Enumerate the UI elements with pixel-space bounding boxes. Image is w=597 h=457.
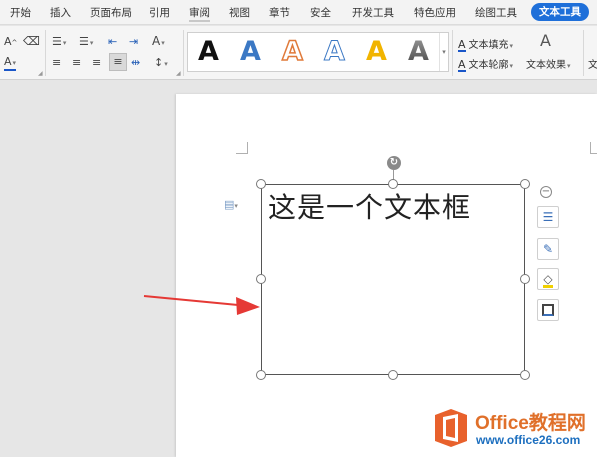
resize-handle-bottom-right[interactable] [520, 370, 530, 380]
resize-handle-left[interactable] [256, 274, 266, 284]
gallery-expand-icon[interactable]: ▾ [439, 33, 448, 71]
resize-handle-right[interactable] [520, 274, 530, 284]
style-preset-blue[interactable]: A [240, 36, 261, 68]
style-preset-gray[interactable]: A [408, 36, 429, 68]
numbered-list-icon[interactable]: ☰▾ [79, 35, 93, 50]
tab-insert[interactable]: 插入 [50, 5, 71, 20]
watermark-site: www.office26.com [476, 433, 581, 447]
tab-drawing-tools[interactable]: 绘图工具 [475, 5, 517, 20]
office-logo-icon [435, 409, 467, 447]
justify-icon[interactable]: ≡ [109, 53, 127, 71]
collapse-icon[interactable]: − [540, 186, 552, 198]
resize-handle-top[interactable] [388, 179, 398, 189]
margin-corner-top-left [236, 142, 248, 154]
textbox-content[interactable]: 这是一个文本框 [268, 186, 471, 226]
font-size-increase-icon[interactable]: A^ [4, 35, 17, 50]
tab-review[interactable]: 审阅 [189, 5, 210, 22]
text-effect-button[interactable]: 文本效果▾ [526, 56, 571, 71]
ribbon: A^ ⌫ A▾ ◢ ☰▾ ☰▾ ⇤ ⇥ A▾ ≡ ≡ ≡ ≡ ⇹ ↕▾ ◢ A … [0, 26, 597, 80]
margin-corner-top-right [590, 142, 597, 154]
clear-format-icon[interactable]: ⌫ [23, 34, 40, 48]
tab-special-apps[interactable]: 特色应用 [414, 5, 456, 20]
tab-security[interactable]: 安全 [310, 5, 331, 20]
text-outline-label: 文本轮廓 [468, 60, 509, 71]
align-left-icon[interactable]: ≡ [52, 56, 61, 70]
text-direction-icon[interactable]: A▾ [152, 34, 165, 50]
rotate-handle-icon[interactable]: ↻ [387, 156, 401, 170]
layout-options-icon[interactable]: ☰ [537, 206, 559, 228]
text-style-gallery[interactable]: A A A A A A ▾ [187, 32, 449, 72]
anchor-icon[interactable]: ▤▾ [224, 198, 238, 211]
align-right-icon[interactable]: ≡ [92, 56, 101, 70]
annotation-arrow [143, 295, 260, 315]
overflow-label[interactable]: 文 [588, 56, 597, 71]
tab-view[interactable]: 视图 [229, 5, 250, 20]
style-preset-blue-outline[interactable]: A [324, 36, 346, 68]
increase-indent-icon[interactable]: ⇥ [129, 35, 138, 49]
line-spacing-icon[interactable]: ↕▾ [154, 56, 168, 71]
style-preset-orange-outline[interactable]: A [281, 35, 303, 68]
tab-home[interactable]: 开始 [10, 5, 31, 20]
text-fill-icon: A [458, 38, 466, 52]
text-effect-icon[interactable]: A [540, 33, 551, 49]
text-fill-button[interactable]: A 文本填充▾ [458, 36, 513, 52]
menu-bar: 开始 插入 页面布局 引用 审阅 视图 章节 安全 开发工具 特色应用 绘图工具… [0, 0, 597, 25]
align-center-icon[interactable]: ≡ [72, 56, 81, 70]
resize-handle-top-left[interactable] [256, 179, 266, 189]
style-preset-gold[interactable]: A [366, 36, 387, 68]
text-effect-label: 文本效果 [526, 60, 566, 71]
text-outline-icon: A [458, 58, 466, 72]
tab-page-layout[interactable]: 页面布局 [90, 5, 132, 20]
border-icon[interactable] [537, 299, 559, 321]
watermark-logo: Office教程网 www.office26.com [433, 406, 595, 452]
distribute-icon[interactable]: ⇹ [131, 56, 140, 70]
tab-references[interactable]: 引用 [149, 5, 170, 20]
bullet-list-icon[interactable]: ☰▾ [52, 35, 66, 50]
resize-handle-bottom-left[interactable] [256, 370, 266, 380]
decrease-indent-icon[interactable]: ⇤ [108, 35, 117, 49]
watermark-brand: Office教程网 [475, 413, 586, 434]
pen-icon[interactable]: ✎ [537, 238, 559, 260]
style-preset-black[interactable]: A [198, 36, 219, 68]
text-fill-label: 文本填充 [468, 40, 509, 51]
resize-handle-top-right[interactable] [520, 179, 530, 189]
text-outline-button[interactable]: A 文本轮廓▾ [458, 56, 513, 72]
fill-icon[interactable]: ◇ [537, 268, 559, 290]
font-color-icon[interactable]: A▾ [4, 56, 17, 71]
resize-handle-bottom[interactable] [388, 370, 398, 380]
tab-developer[interactable]: 开发工具 [352, 5, 394, 20]
tab-sections[interactable]: 章节 [269, 5, 290, 20]
tab-text-tools[interactable]: 文本工具 [531, 3, 589, 21]
